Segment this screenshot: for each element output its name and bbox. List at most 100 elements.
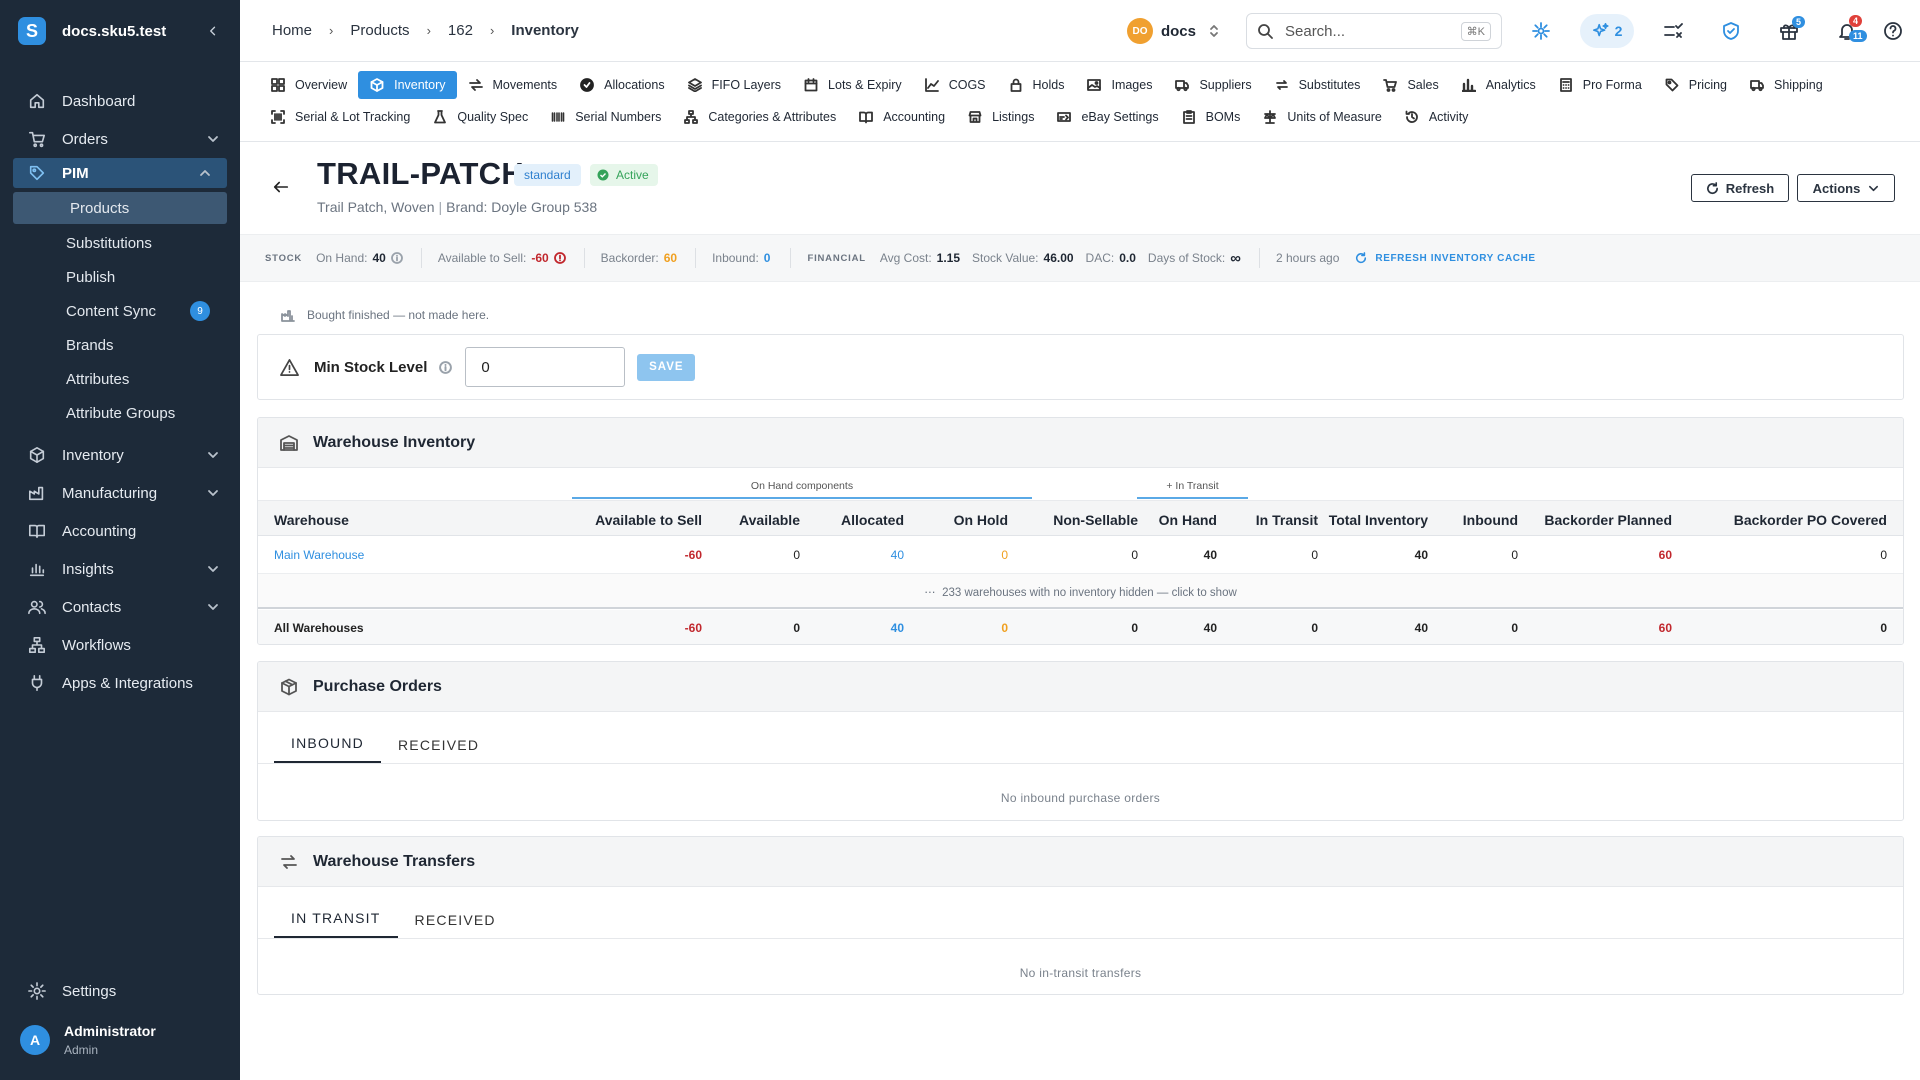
truck-icon xyxy=(1750,80,1764,92)
tasks-button[interactable] xyxy=(1654,12,1692,50)
column-header[interactable]: Backorder Planned xyxy=(1544,512,1672,528)
tab-shipping[interactable]: Shipping xyxy=(1738,71,1834,99)
integrations-button[interactable] xyxy=(1522,12,1560,50)
tab-inbound[interactable]: INBOUND xyxy=(274,735,381,763)
sidebar-subitem-content-sync[interactable]: Content Sync 9 xyxy=(0,294,240,328)
user-profile[interactable]: A Administrator Admin xyxy=(20,1023,156,1057)
tab-ebay-settings[interactable]: eBay Settings xyxy=(1045,103,1169,131)
org-name[interactable]: docs.sku5.test xyxy=(62,23,204,40)
min-stock-input[interactable] xyxy=(465,347,626,387)
workspace-badge[interactable]: DO xyxy=(1126,18,1153,44)
column-header[interactable]: In Transit xyxy=(1256,512,1318,528)
chevron-down-icon xyxy=(206,562,220,576)
sidebar-item-accounting[interactable]: Accounting xyxy=(0,512,240,550)
column-header[interactable]: Available to Sell xyxy=(595,512,702,528)
tab-analytics[interactable]: Analytics xyxy=(1450,71,1547,99)
app-logo[interactable]: S xyxy=(18,17,46,45)
breadcrumb-separator: › xyxy=(426,23,431,38)
tab-in-transit[interactable]: IN TRANSIT xyxy=(274,910,398,938)
refresh-button[interactable]: Refresh xyxy=(1691,174,1789,202)
security-button[interactable] xyxy=(1712,12,1750,50)
column-header[interactable]: Available xyxy=(739,512,800,528)
column-header[interactable]: Backorder PO Covered xyxy=(1734,512,1887,528)
tab-boms[interactable]: BOMs xyxy=(1170,103,1252,131)
show-hidden-warehouses-row[interactable]: ⋯ 233 warehouses with no inventory hidde… xyxy=(258,573,1903,609)
divider xyxy=(1258,248,1260,268)
tab-holds[interactable]: Holds xyxy=(997,71,1076,99)
tab-categories-attributes[interactable]: Categories & Attributes xyxy=(672,103,847,131)
column-header[interactable]: Non-Sellable xyxy=(1053,512,1138,528)
cell-on-hold-link[interactable]: 0 xyxy=(1001,548,1008,562)
info-icon[interactable] xyxy=(390,252,403,264)
back-arrow-icon[interactable] xyxy=(272,178,298,198)
tab-serial-lot-tracking[interactable]: Serial & Lot Tracking xyxy=(259,103,421,131)
tab-substitutes[interactable]: Substitutes xyxy=(1263,71,1372,99)
gifts-button[interactable]: 5 xyxy=(1770,12,1808,50)
tab-inventory[interactable]: Inventory xyxy=(358,71,457,99)
search-input[interactable]: Search... ⌘K xyxy=(1246,13,1502,49)
tab-received[interactable]: RECEIVED xyxy=(381,737,496,763)
tab-pricing[interactable]: Pricing xyxy=(1653,71,1738,99)
column-header[interactable]: On Hand xyxy=(1159,512,1217,528)
help-button[interactable] xyxy=(1874,12,1912,50)
tab-cogs[interactable]: COGS xyxy=(913,71,997,99)
sidebar-item-pim[interactable]: PIM xyxy=(13,158,227,188)
notification-count-blue: 11 xyxy=(1849,30,1867,42)
sidebar-subitem-publish[interactable]: Publish xyxy=(0,260,240,294)
tab-movements[interactable]: Movements xyxy=(457,71,569,99)
breadcrumb-product-id[interactable]: 162 xyxy=(448,22,473,39)
breadcrumb-home[interactable]: Home xyxy=(272,22,312,39)
sidebar-subitem-attributes[interactable]: Attributes xyxy=(0,362,240,396)
save-button[interactable]: SAVE xyxy=(637,353,696,381)
column-header[interactable]: Inbound xyxy=(1463,512,1518,528)
column-header[interactable]: Total Inventory xyxy=(1329,512,1428,528)
sidebar-item-workflows[interactable]: Workflows xyxy=(0,626,240,664)
sidebar-item-manufacturing[interactable]: Manufacturing xyxy=(0,474,240,512)
sidebar-item-inventory[interactable]: Inventory xyxy=(0,436,240,474)
collapse-sidebar-icon[interactable] xyxy=(204,22,222,40)
tab-received[interactable]: RECEIVED xyxy=(398,912,513,938)
sidebar-item-orders[interactable]: Orders xyxy=(0,120,240,158)
alert-icon[interactable] xyxy=(553,252,566,264)
tab-fifo-layers[interactable]: FIFO Layers xyxy=(676,71,792,99)
check-circle-icon xyxy=(597,169,609,181)
column-header[interactable]: On Hold xyxy=(954,512,1008,528)
column-group-row: On Hand components + In Transit xyxy=(258,468,1903,502)
tab-sales[interactable]: Sales xyxy=(1371,71,1449,99)
sidebar-item-insights[interactable]: Insights xyxy=(0,550,240,588)
info-icon[interactable] xyxy=(439,360,453,374)
sidebar-item-contacts[interactable]: Contacts xyxy=(0,588,240,626)
tab-listings[interactable]: Listings xyxy=(956,103,1045,131)
tab-pro-forma[interactable]: Pro Forma xyxy=(1547,71,1653,99)
cell-allocated-link[interactable]: 40 xyxy=(891,548,904,562)
tab-label: Lots & Expiry xyxy=(828,78,902,92)
tab-images[interactable]: Images xyxy=(1075,71,1163,99)
actions-menu-button[interactable]: Actions xyxy=(1797,174,1895,202)
tab-suppliers[interactable]: Suppliers xyxy=(1163,71,1262,99)
tab-allocations[interactable]: Allocations xyxy=(568,71,675,99)
tab-quality-spec[interactable]: Quality Spec xyxy=(421,103,539,131)
box-icon xyxy=(28,446,46,464)
warehouse-link[interactable]: Main Warehouse xyxy=(274,548,364,562)
tab-accounting[interactable]: Accounting xyxy=(847,103,956,131)
ai-assistant-button[interactable]: 2 xyxy=(1580,14,1634,48)
refresh-inventory-cache-link[interactable]: REFRESH INVENTORY CACHE xyxy=(1355,252,1535,264)
tab-overview[interactable]: Overview xyxy=(259,71,358,99)
column-header[interactable]: Warehouse xyxy=(274,512,349,528)
sidebar-subitem-products[interactable]: Products xyxy=(13,192,227,224)
sidebar-item-settings[interactable]: Settings xyxy=(0,972,240,1010)
notifications-button[interactable]: 4 11 xyxy=(1828,12,1867,50)
sidebar-item-apps[interactable]: Apps & Integrations xyxy=(0,664,240,702)
sidebar-subitem-substitutions[interactable]: Substitutions xyxy=(0,226,240,260)
breadcrumb-products[interactable]: Products xyxy=(350,22,409,39)
chevron-updown-icon[interactable] xyxy=(1208,23,1220,39)
tab-units-of-measure[interactable]: Units of Measure xyxy=(1251,103,1392,131)
tab-serial-numbers[interactable]: Serial Numbers xyxy=(539,103,672,131)
column-header[interactable]: Allocated xyxy=(841,512,904,528)
sidebar-subitem-attribute-groups[interactable]: Attribute Groups xyxy=(0,396,240,430)
sidebar-subitem-brands[interactable]: Brands xyxy=(0,328,240,362)
tab-lots-expiry[interactable]: Lots & Expiry xyxy=(792,71,913,99)
workspace-name[interactable]: docs xyxy=(1161,23,1196,40)
sidebar-item-dashboard[interactable]: Dashboard xyxy=(0,82,240,120)
tab-activity[interactable]: Activity xyxy=(1393,103,1480,131)
